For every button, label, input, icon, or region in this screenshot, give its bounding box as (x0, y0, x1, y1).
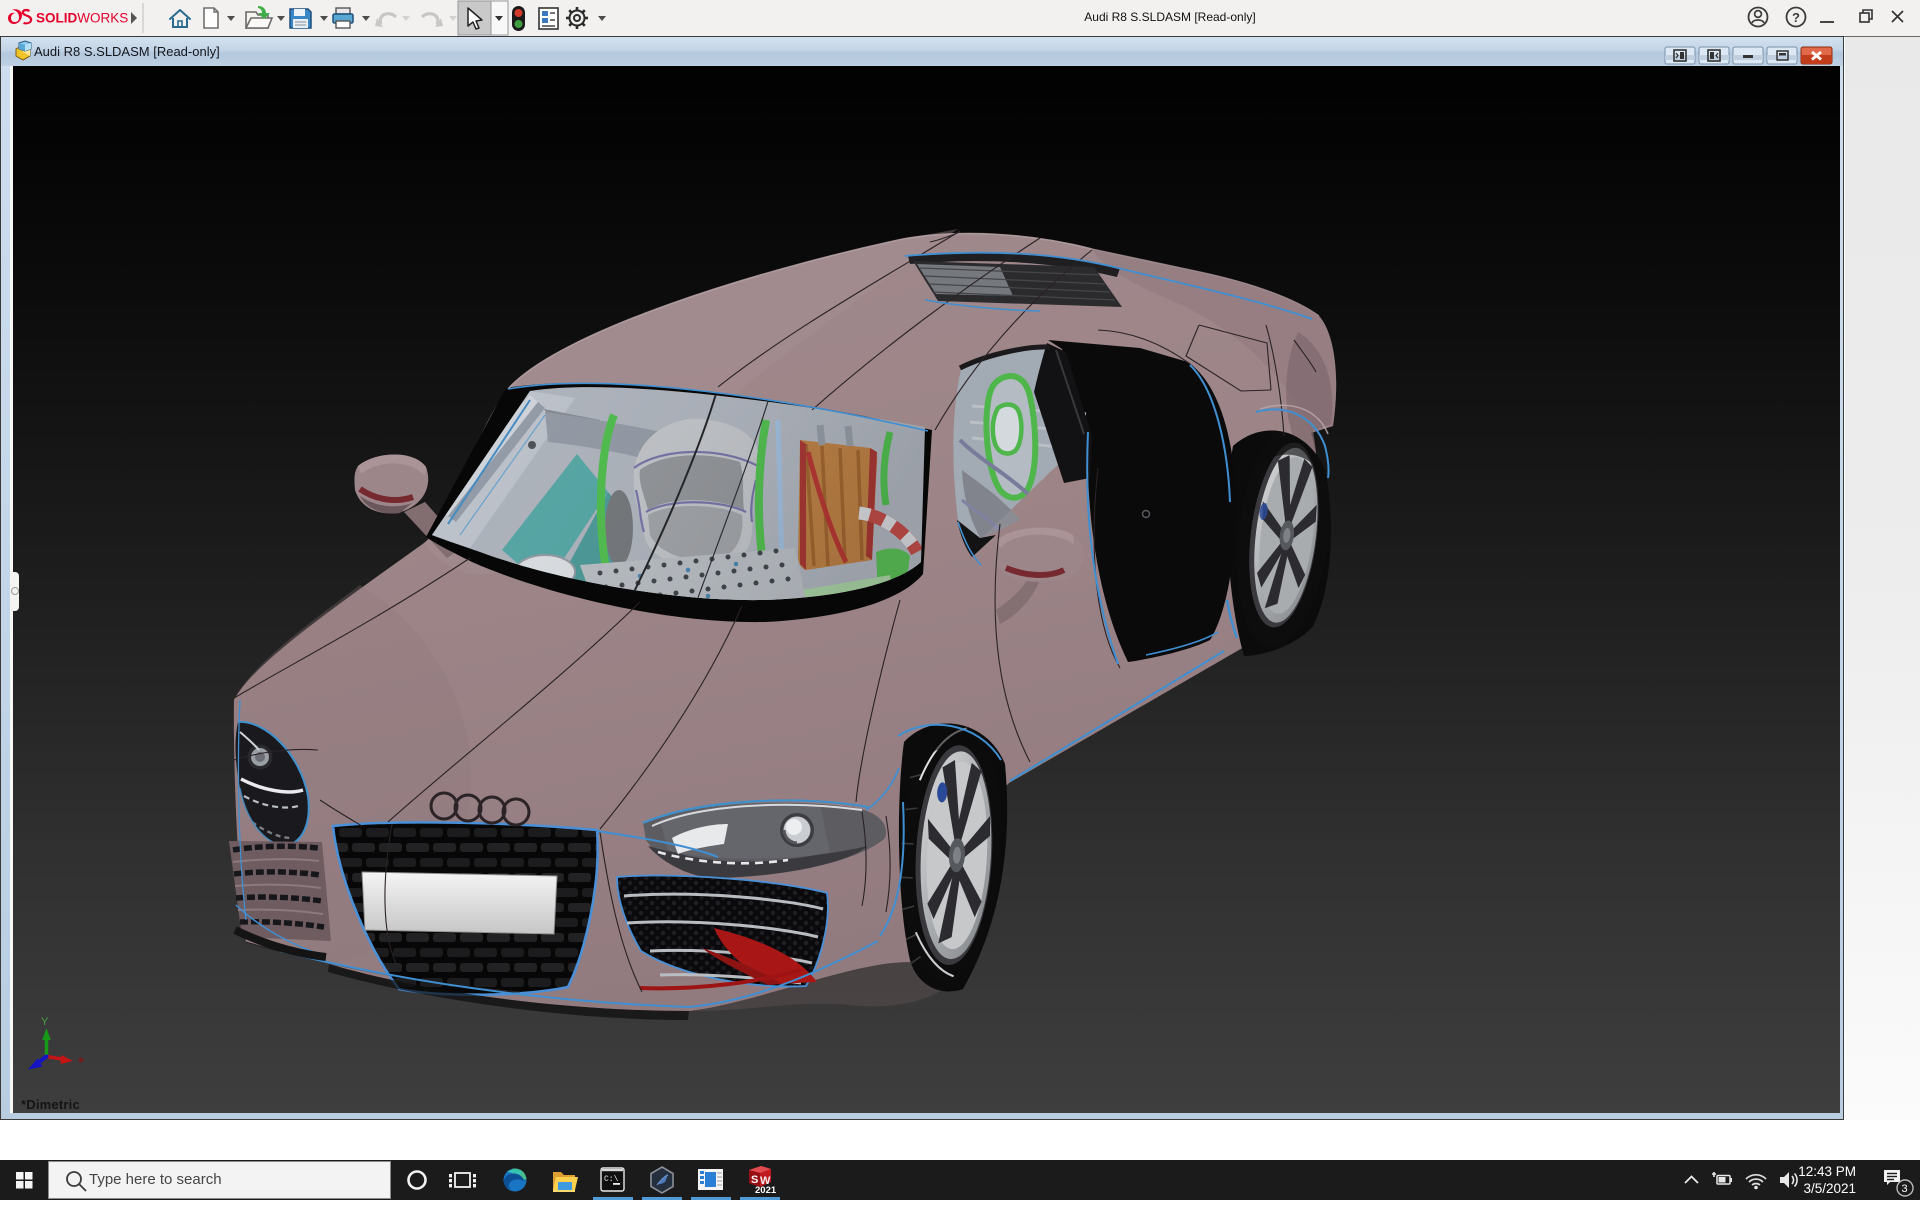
svg-text:Y: Y (41, 1016, 49, 1028)
svg-text:3: 3 (1902, 1183, 1908, 1195)
svg-text:2021: 2021 (755, 1185, 777, 1196)
svg-text:C:\: C:\ (604, 1175, 619, 1184)
